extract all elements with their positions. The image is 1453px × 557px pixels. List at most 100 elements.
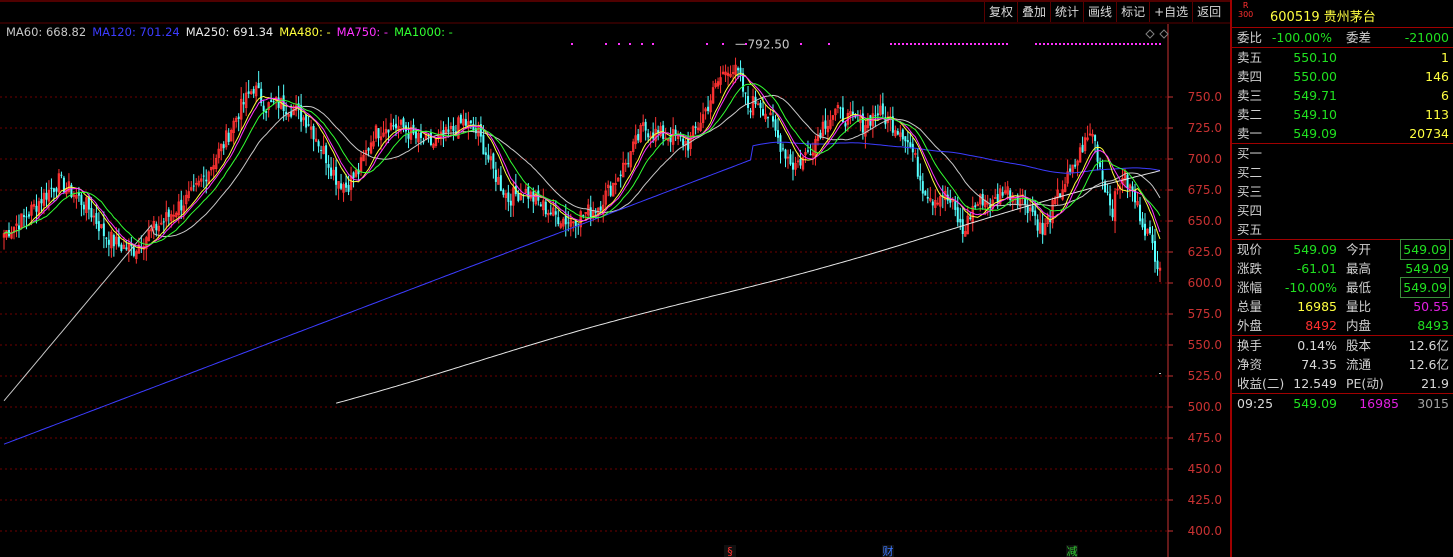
candle-body <box>484 152 487 156</box>
candle-body <box>919 175 922 181</box>
candle-body <box>40 199 43 204</box>
candle-body <box>694 126 697 128</box>
kline-svg[interactable]: 400.0 425.0 450.0 475.0 500.0 525.0 550.0 575.0… <box>0 0 1230 557</box>
candle-body <box>959 218 962 223</box>
event-dot <box>978 43 980 45</box>
event-dot <box>930 43 932 45</box>
fund-value-2: 12.6亿 <box>1408 357 1449 372</box>
quote-value-2: 549.09 <box>1400 277 1450 298</box>
candle-body <box>202 175 205 177</box>
y-tick-label: 400.0 <box>1188 524 1222 538</box>
event-dot <box>954 43 956 45</box>
add-watchlist-button[interactable]: +自选 <box>1149 2 1192 22</box>
event-dot <box>1071 43 1073 45</box>
draw-line-button[interactable]: 画线 <box>1083 2 1116 22</box>
candle-body <box>1111 208 1114 218</box>
candle-body <box>242 102 245 105</box>
candle-body <box>112 234 115 247</box>
candle-body <box>80 194 83 205</box>
overlay-button[interactable]: 叠加 <box>1017 2 1050 22</box>
candle-body <box>791 162 794 170</box>
candle-body <box>589 207 592 218</box>
event-dot <box>1083 43 1085 45</box>
tick-row: 09:25 549.09 16985 3015 <box>1232 394 1453 413</box>
event-dot <box>722 43 724 45</box>
quote-label: 总量 <box>1237 299 1263 314</box>
candle-body <box>340 183 343 189</box>
candle-body <box>881 103 884 115</box>
candle-body <box>747 96 750 108</box>
order-ratio-row: 委比 -100.00% 委差 -21000 <box>1232 28 1453 48</box>
fundamental-stats: 换手 0.14% 股本 12.6亿 净资 74.35 流通 12.6亿 收益(二) … <box>1232 336 1453 394</box>
event-dot <box>986 43 988 45</box>
buy-level-row[interactable]: 买二 <box>1232 163 1453 182</box>
fund-value: 74.35 <box>1301 357 1337 372</box>
candle-body <box>1099 162 1102 168</box>
quote-value-2: 50.55 <box>1413 299 1449 314</box>
candle-body <box>377 128 380 139</box>
candle-body <box>806 150 809 152</box>
candle-body <box>132 247 135 256</box>
candle-body <box>567 222 570 224</box>
event-dot <box>898 43 900 45</box>
candle-body <box>774 119 777 131</box>
event-dot <box>605 43 607 45</box>
candle-body <box>509 200 512 206</box>
buy-level-row[interactable]: 买三 <box>1232 182 1453 201</box>
candle-body <box>45 192 48 200</box>
candle-body <box>330 167 333 176</box>
sell-level-row[interactable]: 卖一 549.09 20734 <box>1232 124 1453 143</box>
stats-button[interactable]: 统计 <box>1050 2 1083 22</box>
sell-level-row[interactable]: 卖二 549.10 113 <box>1232 105 1453 124</box>
candle-body <box>367 148 370 151</box>
candle-body <box>482 134 485 155</box>
buy-level-row[interactable]: 买一 <box>1232 144 1453 163</box>
buy-level-row[interactable]: 买五 <box>1232 220 1453 239</box>
candle-body <box>974 205 977 208</box>
candle-body <box>544 201 547 215</box>
mark-button[interactable]: 标记 <box>1116 2 1149 22</box>
sell-level-row[interactable]: 卖四 550.00 146 <box>1232 67 1453 86</box>
kline-chart[interactable]: 400.0 425.0 450.0 475.0 500.0 525.0 550.0 575.0… <box>0 0 1230 557</box>
candle-body <box>155 223 158 231</box>
candle-body <box>107 239 110 245</box>
fuquan-button[interactable]: 复权 <box>984 2 1017 22</box>
event-dot <box>990 43 992 45</box>
candle-body <box>1001 192 1004 196</box>
candle-body <box>767 117 770 119</box>
candle-body <box>682 138 685 146</box>
candle-body <box>1101 170 1104 180</box>
fundamental-row: 换手 0.14% 股本 12.6亿 <box>1232 336 1453 355</box>
candle-body <box>252 88 255 94</box>
event-dot <box>974 43 976 45</box>
event-dot <box>1147 43 1149 45</box>
candle-body <box>469 120 472 124</box>
quote-label-2: 最低 <box>1346 280 1372 295</box>
ma-legend-item: MA480: - <box>279 25 331 39</box>
candle-body <box>492 153 495 169</box>
event-dot <box>918 43 920 45</box>
candle-body <box>954 201 957 210</box>
y-tick-label: 450.0 <box>1188 462 1222 476</box>
event-dot <box>641 43 643 45</box>
tick-volume: 16985 <box>1359 396 1399 411</box>
candle-body <box>335 166 338 185</box>
event-dot <box>706 43 708 45</box>
sell-volume: 1 <box>1441 50 1449 65</box>
candle-body <box>554 211 557 215</box>
event-dot <box>1095 43 1097 45</box>
candle-body <box>352 172 355 179</box>
buy-level-label: 买四 <box>1237 203 1263 218</box>
candle-body <box>452 125 455 132</box>
candle-body <box>781 148 784 150</box>
back-button[interactable]: 返回 <box>1192 2 1225 22</box>
event-dot <box>1063 43 1065 45</box>
buy-level-row[interactable]: 买四 <box>1232 201 1453 220</box>
candle-body <box>904 136 907 142</box>
ratio-value: -100.00% <box>1271 30 1332 45</box>
sell-level-row[interactable]: 卖五 550.10 1 <box>1232 48 1453 67</box>
event-dot <box>1135 43 1137 45</box>
candle-body <box>969 217 972 220</box>
sell-level-row[interactable]: 卖三 549.71 6 <box>1232 86 1453 105</box>
fund-label-2: 流通 <box>1346 357 1372 372</box>
